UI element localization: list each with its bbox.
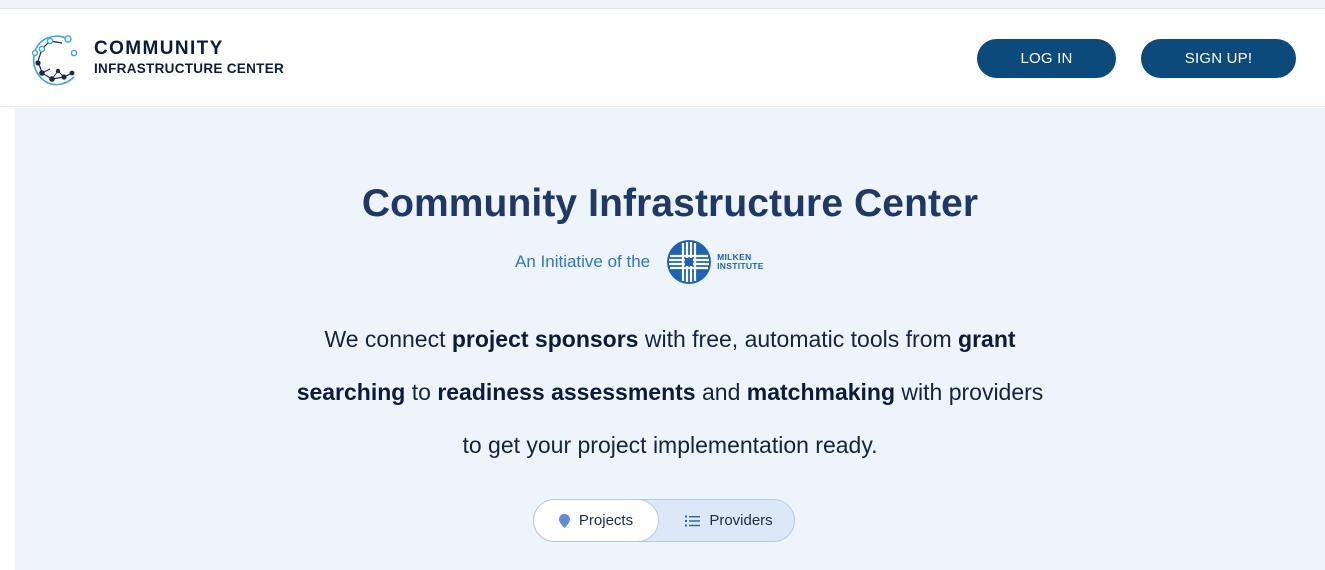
toggle-providers-label: Providers <box>709 512 773 529</box>
map-pin-icon <box>558 513 570 528</box>
tagline-emphasis: searching <box>296 379 406 405</box>
toggle-projects-label: Projects <box>578 512 634 529</box>
tagline-line-1: We connect project sponsors with free, a… <box>170 313 1170 366</box>
list-icon <box>685 515 701 526</box>
page-title: Community Infrastructure Center <box>361 182 979 225</box>
browser-top-strip <box>0 0 1325 9</box>
tagline-text: with providers <box>895 379 1044 405</box>
tagline-emphasis: grant <box>958 326 1016 352</box>
toggle-projects[interactable]: Projects <box>533 499 659 542</box>
tagline-text: We connect <box>324 326 452 352</box>
tagline-text: with free, automatic tools from <box>638 326 959 352</box>
institute-word: INSTITUTE <box>717 261 764 271</box>
hero-section: Community Infrastructure Center An Initi… <box>15 108 1325 570</box>
view-toggle: Projects Providers <box>533 499 795 542</box>
toggle-providers[interactable]: Providers <box>662 499 796 542</box>
tagline-emphasis: readiness assessments <box>437 379 696 405</box>
site-logo-wordmark[interactable]: COMMUNITY INFRASTRUCTURE CENTER <box>94 38 284 78</box>
initiative-text: An Initiative of the <box>515 252 651 271</box>
tagline-text: to <box>405 379 438 405</box>
logo-line-infrastructure: INFRASTRUCTURE CENTER <box>94 61 285 76</box>
tagline-emphasis: project sponsors <box>451 326 639 352</box>
initiative-line: An Initiative of the MILKEN INSTITUTE <box>515 238 764 286</box>
hero-tagline: We connect project sponsors with free, a… <box>170 313 1170 472</box>
community-logo-icon[interactable] <box>28 31 80 89</box>
milken-institute-logo[interactable]: MILKEN INSTITUTE <box>666 239 764 285</box>
site-header: COMMUNITY INFRASTRUCTURE CENTER LOG IN S… <box>0 9 1325 107</box>
signup-button[interactable]: SIGN UP! <box>1141 39 1296 78</box>
tagline-text: and <box>695 379 747 405</box>
tagline-emphasis: matchmaking <box>746 379 896 405</box>
tagline-line-2: searching to readiness assessments and m… <box>170 366 1170 419</box>
logo-line-community: COMMUNITY <box>94 38 224 59</box>
tagline-line-3: to get your project implementation ready… <box>462 432 878 458</box>
login-button[interactable]: LOG IN <box>977 39 1116 78</box>
milken-emblem-icon <box>667 240 712 284</box>
